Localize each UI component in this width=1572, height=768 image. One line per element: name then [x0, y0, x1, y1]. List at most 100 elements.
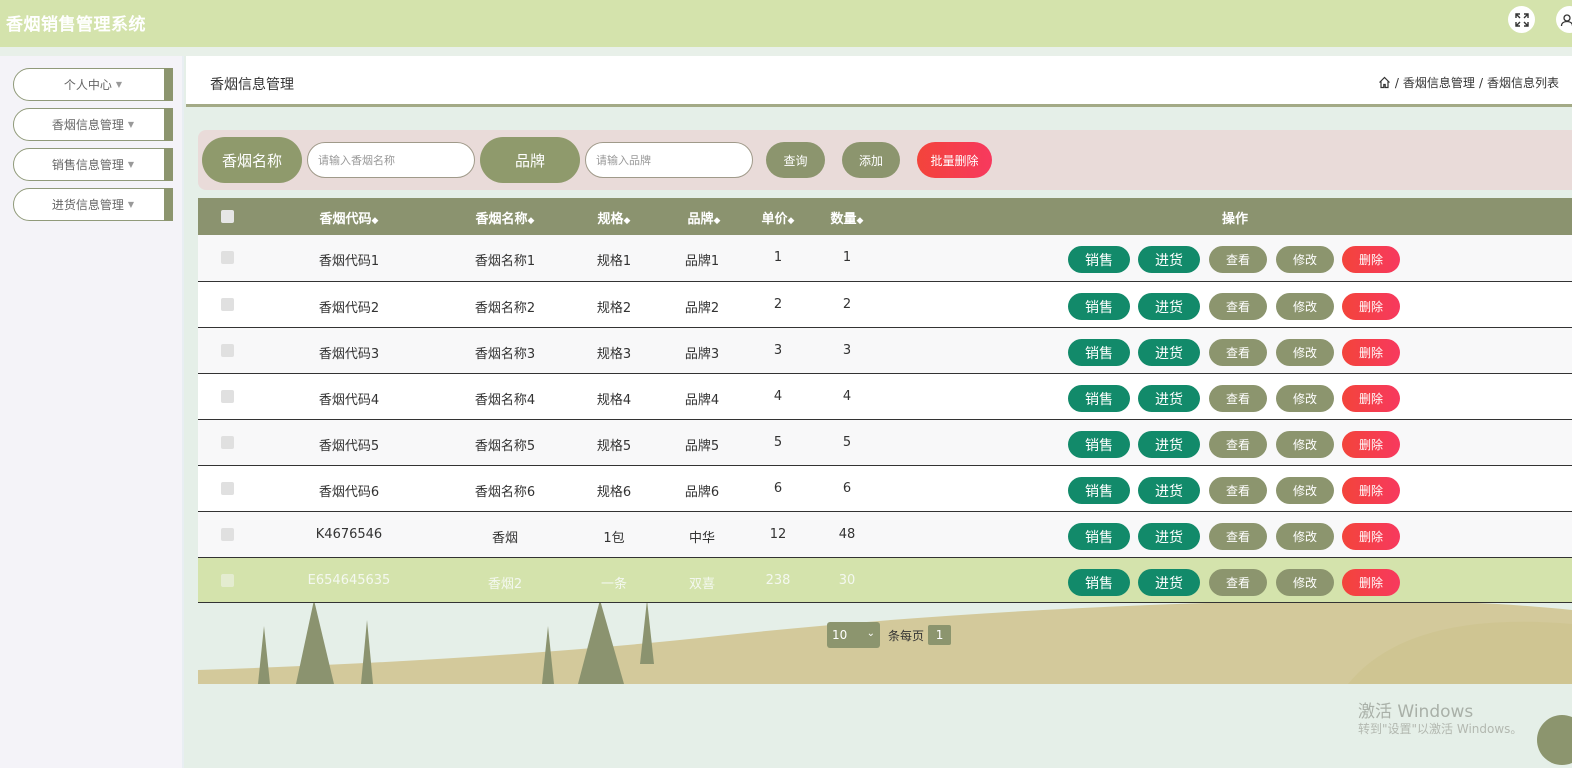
view-button[interactable]: 查看	[1209, 293, 1267, 320]
edit-button[interactable]: 修改	[1276, 477, 1334, 504]
view-button[interactable]: 查看	[1209, 477, 1267, 504]
delete-button[interactable]: 删除	[1342, 293, 1400, 320]
delete-button[interactable]: 删除	[1342, 569, 1400, 596]
cell-qty: 6	[842, 481, 852, 496]
breadcrumb-item[interactable]: 香烟信息管理	[1403, 74, 1475, 91]
sort-icon[interactable]: ◆	[528, 216, 535, 226]
cell-name: 香烟	[491, 531, 518, 546]
cell-code: 香烟代码3	[318, 347, 380, 362]
table-row[interactable]: 香烟代码3 香烟名称3 规格3 品牌3 3 3 销售 进货 查看 修改 删除	[198, 327, 1572, 373]
page-size-select[interactable]: 10 ⌄	[827, 622, 880, 648]
sell-button[interactable]: 销售	[1068, 385, 1130, 412]
view-button[interactable]: 查看	[1209, 246, 1267, 273]
cell-code: E654645635	[307, 573, 391, 588]
edit-button[interactable]: 修改	[1276, 431, 1334, 458]
name-search-label: 香烟名称	[202, 137, 302, 183]
table-row[interactable]: E654645635 香烟2 一条 双喜 238 30 销售 进货 查看 修改 删除	[198, 557, 1572, 603]
column-header-name[interactable]: 香烟名称◆	[460, 208, 550, 227]
delete-button[interactable]: 删除	[1342, 477, 1400, 504]
sidebar-item-personal-center[interactable]: 个人中心 ▼	[13, 68, 173, 101]
sell-button[interactable]: 销售	[1068, 477, 1130, 504]
restock-button[interactable]: 进货	[1138, 339, 1200, 366]
sidebar-item-cigarette-info[interactable]: 香烟信息管理 ▼	[13, 108, 173, 141]
edit-button[interactable]: 修改	[1276, 339, 1334, 366]
view-button[interactable]: 查看	[1209, 431, 1267, 458]
fullscreen-button[interactable]	[1508, 6, 1535, 33]
select-all-checkbox[interactable]	[221, 210, 234, 223]
sidebar-item-accent	[164, 188, 173, 221]
user-button[interactable]	[1556, 6, 1572, 33]
restock-button[interactable]: 进货	[1138, 385, 1200, 412]
row-checkbox[interactable]	[221, 251, 234, 264]
view-button[interactable]: 查看	[1209, 569, 1267, 596]
sidebar-item-sales-info[interactable]: 销售信息管理 ▼	[13, 148, 173, 181]
row-checkbox[interactable]	[221, 528, 234, 541]
delete-button[interactable]: 删除	[1342, 246, 1400, 273]
edit-button[interactable]: 修改	[1276, 246, 1334, 273]
table-row[interactable]: K4676546 香烟 1包 中华 12 48 销售 进货 查看 修改 删除	[198, 511, 1572, 557]
cell-name: 香烟名称4	[474, 393, 536, 408]
table-row[interactable]: 香烟代码5 香烟名称5 规格5 品牌5 5 5 销售 进货 查看 修改 删除	[198, 419, 1572, 465]
view-button[interactable]: 查看	[1209, 385, 1267, 412]
view-button[interactable]: 查看	[1209, 523, 1267, 550]
query-button[interactable]: 查询	[766, 142, 825, 178]
restock-button[interactable]: 进货	[1138, 523, 1200, 550]
table-row[interactable]: 香烟代码4 香烟名称4 规格4 品牌4 4 4 销售 进货 查看 修改 删除	[198, 373, 1572, 419]
row-checkbox[interactable]	[221, 482, 234, 495]
restock-button[interactable]: 进货	[1138, 431, 1200, 458]
table-body: 香烟代码1 香烟名称1 规格1 品牌1 1 1 销售 进货 查看 修改 删除 香烟代码2 香烟名称2 规格…	[198, 235, 1572, 603]
cell-price: 238	[765, 573, 791, 588]
sell-button[interactable]: 销售	[1068, 339, 1130, 366]
cell-brand: 品牌3	[684, 347, 720, 362]
delete-button[interactable]: 删除	[1342, 431, 1400, 458]
sort-icon[interactable]: ◆	[714, 216, 721, 226]
edit-button[interactable]: 修改	[1276, 523, 1334, 550]
sell-button[interactable]: 销售	[1068, 569, 1130, 596]
restock-button[interactable]: 进货	[1138, 569, 1200, 596]
column-header-code[interactable]: 香烟代码◆	[304, 208, 394, 227]
delete-button[interactable]: 删除	[1342, 523, 1400, 550]
sort-icon[interactable]: ◆	[372, 216, 379, 226]
restock-button[interactable]: 进货	[1138, 293, 1200, 320]
sort-icon[interactable]: ◆	[624, 216, 631, 226]
row-checkbox[interactable]	[221, 298, 234, 311]
caret-down-icon: ▼	[127, 160, 135, 169]
sell-button[interactable]: 销售	[1068, 246, 1130, 273]
edit-button[interactable]: 修改	[1276, 385, 1334, 412]
cell-qty: 2	[842, 297, 852, 312]
row-checkbox[interactable]	[221, 436, 234, 449]
home-icon[interactable]	[1378, 76, 1391, 89]
sort-icon[interactable]: ◆	[788, 216, 795, 226]
sidebar-item-purchase-info[interactable]: 进货信息管理 ▼	[13, 188, 173, 221]
edit-button[interactable]: 修改	[1276, 293, 1334, 320]
delete-button[interactable]: 删除	[1342, 385, 1400, 412]
sidebar-item-label: 进货信息管理	[51, 198, 124, 212]
row-checkbox[interactable]	[221, 344, 234, 357]
sell-button[interactable]: 销售	[1068, 431, 1130, 458]
restock-button[interactable]: 进货	[1138, 477, 1200, 504]
brand-search-input[interactable]	[585, 142, 753, 178]
cell-code: 香烟代码5	[318, 439, 380, 454]
sell-button[interactable]: 销售	[1068, 293, 1130, 320]
cell-code: 香烟代码4	[318, 393, 380, 408]
floating-button[interactable]	[1537, 715, 1572, 765]
column-header-spec: 规格◆	[597, 212, 631, 227]
row-checkbox[interactable]	[221, 574, 234, 587]
page-number-button[interactable]: 1	[928, 625, 952, 645]
table-row[interactable]: 香烟代码1 香烟名称1 规格1 品牌1 1 1 销售 进货 查看 修改 删除	[198, 235, 1572, 281]
name-search-input[interactable]	[307, 142, 475, 178]
cell-price: 3	[773, 343, 783, 358]
edit-button[interactable]: 修改	[1276, 569, 1334, 596]
brand-search-label: 品牌	[480, 137, 580, 183]
table-row[interactable]: 香烟代码2 香烟名称2 规格2 品牌2 2 2 销售 进货 查看 修改 删除	[198, 281, 1572, 327]
sell-button[interactable]: 销售	[1068, 523, 1130, 550]
restock-button[interactable]: 进货	[1138, 246, 1200, 273]
batch-delete-button[interactable]: 批量删除	[917, 142, 992, 178]
sort-icon[interactable]: ◆	[857, 216, 864, 226]
row-checkbox[interactable]	[221, 390, 234, 403]
view-button[interactable]: 查看	[1209, 339, 1267, 366]
delete-button[interactable]: 删除	[1342, 339, 1400, 366]
cell-spec: 规格3	[596, 347, 632, 362]
add-button[interactable]: 添加	[842, 142, 900, 178]
table-row[interactable]: 香烟代码6 香烟名称6 规格6 品牌6 6 6 销售 进货 查看 修改 删除	[198, 465, 1572, 511]
